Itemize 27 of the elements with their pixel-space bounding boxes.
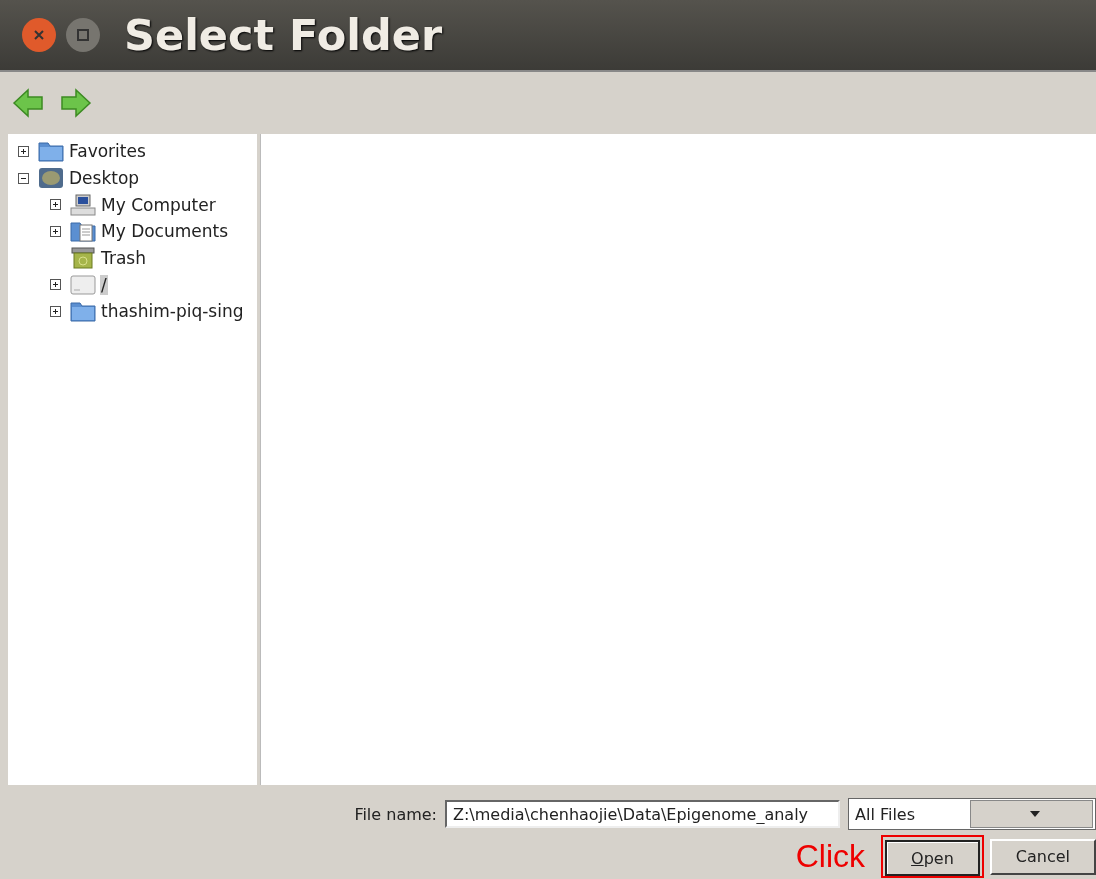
file-type-dropdown[interactable]: All Files (848, 798, 1096, 830)
file-name-label: File name: (354, 804, 437, 824)
folder-icon (70, 300, 96, 323)
square-icon (76, 28, 90, 42)
tree-item[interactable]: Desktop (68, 168, 141, 189)
close-icon (32, 28, 46, 42)
file-name-field[interactable]: Z:\media\chenhaojie\Data\Epigenome_analy (445, 800, 840, 828)
dialog-button[interactable]: Open (885, 840, 980, 876)
tree-item[interactable]: / (100, 274, 108, 295)
trash-icon (70, 247, 96, 270)
tree-item[interactable]: My Computer (100, 194, 217, 215)
window-title: Select Folder (124, 10, 443, 60)
close-button[interactable] (22, 18, 56, 52)
documents-icon (70, 220, 96, 243)
folder-icon (38, 140, 64, 163)
drive-icon (70, 273, 96, 296)
tree-item[interactable]: My Documents (100, 221, 230, 242)
computer-icon (70, 193, 96, 216)
back-arrow-icon[interactable] (12, 88, 44, 118)
forward-arrow-icon[interactable] (60, 88, 92, 118)
annotation-label: Click (795, 838, 866, 875)
tree-item[interactable]: thashim-piq-sing (100, 301, 245, 322)
tree-item[interactable]: Trash (100, 248, 147, 269)
desktop-icon (38, 167, 64, 190)
dialog-button[interactable]: Cancel (989, 838, 1096, 875)
maximize-button[interactable] (66, 18, 100, 52)
tree-item[interactable]: Favorites (68, 141, 147, 162)
